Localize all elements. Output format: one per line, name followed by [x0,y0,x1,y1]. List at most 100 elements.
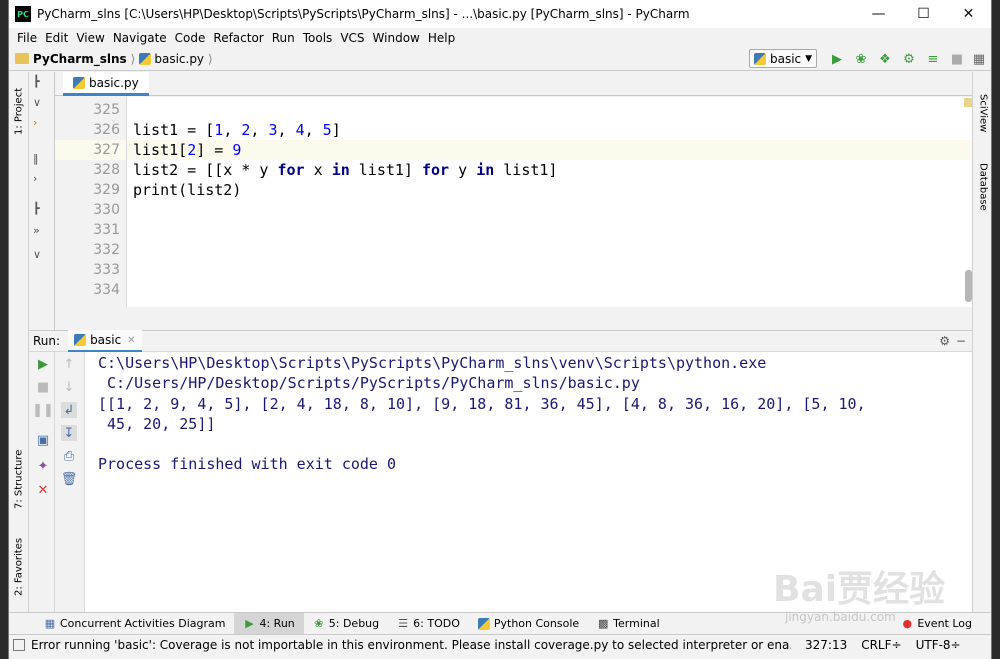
menu-file[interactable]: File [13,31,41,45]
gear-icon[interactable]: ⚙ [939,334,950,348]
chevron-right-icon[interactable]: › [33,172,37,185]
arrow-up-icon[interactable]: ↑ [61,356,77,372]
stop-icon[interactable]: ■ [35,379,51,395]
file-encoding[interactable]: UTF-8÷ [916,638,961,652]
project-tool-tab[interactable]: 1: Project [10,76,28,146]
soft-wrap-icon[interactable]: ↲ [61,402,77,418]
library-icon[interactable]: ‖ [33,152,39,165]
close-icon[interactable]: ✕ [35,482,51,498]
menu-run[interactable]: Run [268,31,299,45]
run-configuration-select[interactable]: basic ▼ [749,49,817,68]
editor-tab-bar: basic.py [55,72,972,96]
breadcrumb-file[interactable]: basic.py [154,52,204,66]
chevron-right-icon[interactable]: › [33,116,37,129]
baidu-watermark-url: jingyan.baidu.com [785,610,896,624]
editor-scrollbar[interactable] [965,270,972,302]
tab-label: Terminal [613,617,660,630]
breadcrumb-separator: ⟩ [130,51,136,66]
database-tool-tab-label: Database [977,163,989,211]
line-number: 333 [93,262,120,278]
scroll-to-end-icon[interactable]: ↧ [61,425,77,441]
editor-tab-label: basic.py [89,75,139,90]
stop-icon[interactable]: ■ [949,51,965,67]
pin-icon[interactable]: ✦ [35,458,51,474]
restore-layout-icon[interactable]: ▣ [35,432,51,448]
print-icon[interactable]: ⎙ [61,448,77,464]
close-icon[interactable]: ✕ [127,335,135,346]
folder-icon [15,53,29,64]
menu-refactor[interactable]: Refactor [209,31,267,45]
code-editor[interactable]: list1 = [1, 2, 3, 4, 5] list1[2] = 9 lis… [127,97,972,307]
line-number: 330 [93,202,120,218]
tab-debug[interactable]: ❀ 5: Debug [304,613,388,635]
project-settings-icon[interactable]: ┣ [33,75,40,88]
concurrency-icon[interactable]: ≡ [925,51,941,67]
profile-icon[interactable]: ⚙ [901,51,917,67]
keyword: in [476,161,495,179]
structure-tool-tab[interactable]: 7: Structure [10,442,28,517]
menu-help[interactable]: Help [424,31,459,45]
database-tool-tab[interactable]: Database [974,152,992,222]
todo-icon: ☰ [398,616,409,630]
chevron-down-icon[interactable]: ∨ [33,248,41,261]
diagram-icon: ▦ [44,616,56,630]
expand-icon[interactable]: » [33,224,40,237]
number-literal: 5 [322,121,332,139]
tab-label: 4: Run [259,617,295,630]
structure-tool-tab-label: 7: Structure [13,449,25,510]
menu-tools[interactable]: Tools [299,31,337,45]
favorites-tool-tab[interactable]: 2: Favorites [10,527,28,607]
favorites-tool-tab-label: 2: Favorites [13,537,25,597]
number-literal: 3 [268,121,278,139]
breadcrumb-project[interactable]: PyCharm_slns [33,52,127,66]
sciview-toolbar-icon[interactable]: ▦ [971,51,987,67]
python-file-icon [139,52,152,65]
pause-icon[interactable]: ❚❚ [32,402,54,418]
number-literal: 2 [241,121,251,139]
terminal-icon: ▩ [597,616,609,630]
line-number: 329 [93,182,120,198]
run-tab-basic[interactable]: basic ✕ [68,330,142,352]
toggle-tool-windows-icon[interactable] [13,639,25,651]
menu-window[interactable]: Window [369,31,424,45]
debug-icon[interactable]: ❀ [853,51,869,67]
console-line: C:/Users/HP/Desktop/Scripts/PyScripts/Py… [98,374,640,392]
keyword: for [422,161,450,179]
caret-position[interactable]: 327:13 [805,638,847,652]
maximize-button[interactable]: ☐ [901,0,946,28]
trash-icon[interactable]: 🗑 [61,471,78,487]
chevron-down-icon: ▼ [805,53,813,64]
arrow-down-icon[interactable]: ↓ [61,379,77,395]
tab-todo[interactable]: ☰ 6: TODO [388,613,469,635]
chevron-down-icon[interactable]: ∨ [33,96,41,109]
menu-code[interactable]: Code [171,31,210,45]
status-message[interactable]: Error running 'basic': Coverage is not i… [31,638,791,652]
run-icon[interactable]: ▶ [829,51,845,67]
status-bar: Error running 'basic': Coverage is not i… [9,634,991,655]
tab-label: Concurrent Activities Diagram [60,617,226,630]
console-line: C:\Users\HP\Desktop\Scripts\PyScripts\Py… [98,354,767,372]
minimize-button[interactable]: — [856,0,901,28]
menu-vcs[interactable]: VCS [336,31,368,45]
tab-concurrent-activities-diagram[interactable]: ▦ Concurrent Activities Diagram [35,613,234,635]
menu-navigate[interactable]: Navigate [109,31,171,45]
menu-edit[interactable]: Edit [41,31,72,45]
line-separator[interactable]: CRLF÷ [861,638,901,652]
rerun-icon[interactable]: ▶ [35,356,51,372]
console-toolbar: ↑ ↓ ↲ ↧ ⎙ 🗑 [55,352,85,612]
close-button[interactable]: ✕ [946,0,991,28]
coverage-icon[interactable]: ❖ [877,51,893,67]
editor-tab-basic-py[interactable]: basic.py [63,72,149,96]
code-line: list1 = [1, 2, 3, 4, 5] [133,121,341,139]
tab-python-console[interactable]: Python Console [469,613,588,635]
run-configuration-label: basic [770,51,802,66]
tab-run[interactable]: ▶ 4: Run [234,612,304,635]
tab-label: 5: Debug [328,617,380,630]
hide-panel-icon[interactable]: − [956,334,966,348]
tab-label: 6: TODO [413,617,460,630]
layout-icon[interactable]: ┣ [33,202,40,215]
sciview-tool-tab[interactable]: SciView [974,78,992,148]
tab-terminal[interactable]: ▩ Terminal [588,613,669,635]
menu-view[interactable]: View [72,31,108,45]
desktop-background-left [0,0,8,659]
